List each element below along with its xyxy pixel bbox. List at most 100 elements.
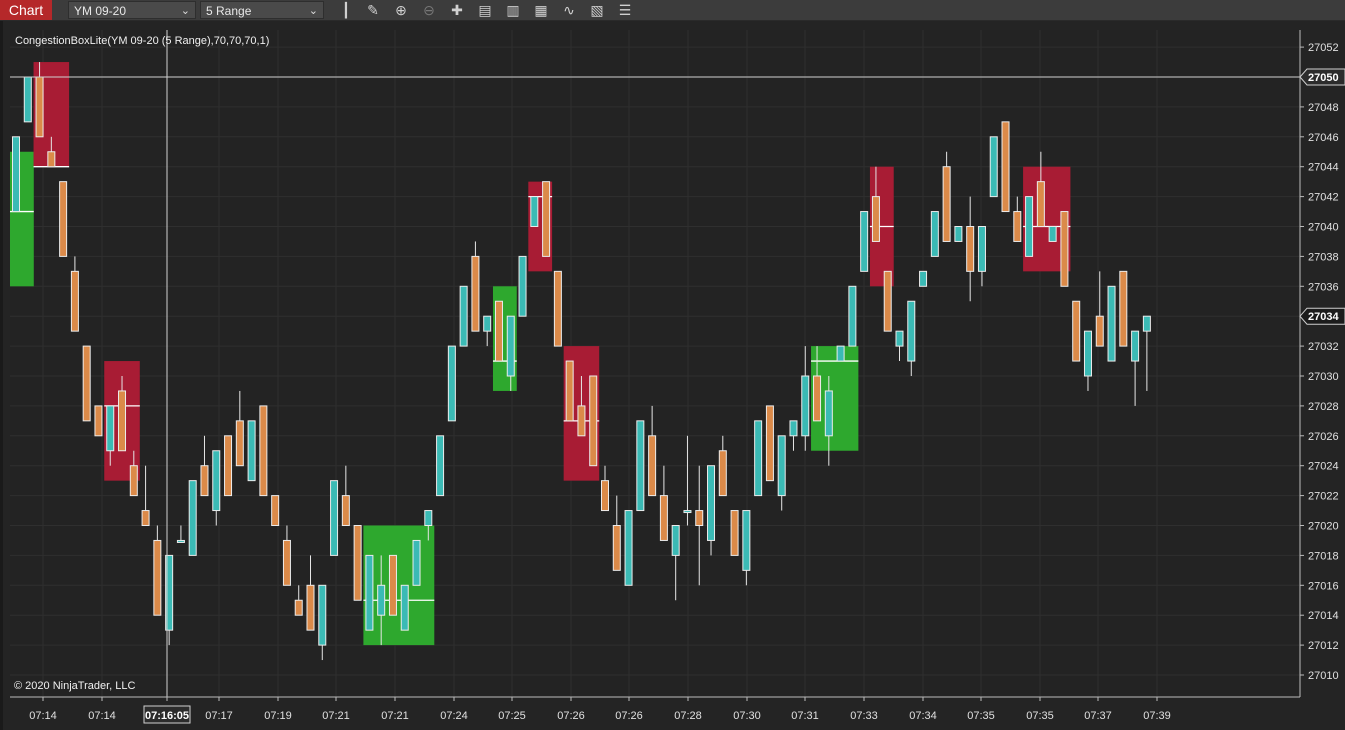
candle-up	[212, 450, 221, 512]
congestion-box-up	[363, 525, 435, 646]
candle-up	[824, 390, 833, 437]
last-price-label: 27034	[1308, 311, 1339, 323]
candle-down	[577, 405, 586, 437]
candle-down	[282, 539, 291, 586]
candle-up	[919, 270, 928, 287]
price-tick-label: 27048	[1308, 102, 1339, 114]
candle-down	[765, 405, 774, 482]
time-tick-label: 07:19	[264, 710, 292, 722]
price-tick-label: 27010	[1308, 670, 1339, 682]
price-axis-panel	[1300, 30, 1345, 697]
candle-up	[1048, 226, 1057, 242]
candle-down	[118, 390, 127, 452]
candle-down	[612, 525, 621, 571]
candle-up	[176, 539, 185, 543]
candle-up	[671, 525, 680, 556]
candle-up	[848, 285, 857, 347]
time-tick-label: 07:28	[674, 710, 702, 722]
candle-down	[129, 465, 138, 497]
candle-down	[224, 435, 233, 497]
candle-down	[259, 405, 268, 497]
candle-down	[153, 539, 162, 616]
candle-up	[483, 315, 492, 332]
candle-up	[836, 345, 845, 362]
candle-down	[271, 495, 280, 527]
candle-down	[494, 300, 503, 362]
crosshair-time-label: 07:16:05	[145, 710, 189, 722]
price-tick-label: 27036	[1308, 281, 1339, 293]
price-tick-label: 27046	[1308, 132, 1339, 144]
price-chart[interactable]: 27010 27012 27014 27016 27018 27020 27022 27024…	[0, 0, 1345, 730]
price-tick-label: 27012	[1308, 640, 1339, 652]
candle-down	[70, 270, 79, 332]
time-tick-label: 07:26	[557, 710, 585, 722]
candle-down	[648, 435, 657, 497]
candle-up	[754, 420, 763, 497]
candle-up	[789, 420, 798, 437]
price-tick-label: 27028	[1308, 401, 1339, 413]
price-tick-label: 27014	[1308, 610, 1339, 622]
price-tick-label: 27044	[1308, 162, 1339, 174]
candle-up	[23, 76, 32, 123]
candle-up	[895, 330, 904, 347]
candle-down	[565, 360, 574, 422]
time-tick-label: 07:21	[322, 710, 350, 722]
crosshair-price-label: 27050	[1308, 72, 1339, 84]
candle-down	[1095, 315, 1104, 347]
candle-down	[695, 510, 704, 526]
candle-up	[777, 435, 786, 497]
candle-up	[400, 584, 409, 631]
candle-down	[589, 375, 598, 467]
candle-up	[1083, 330, 1092, 377]
candle-down	[82, 345, 91, 422]
candle-up	[365, 554, 374, 631]
candle-up	[624, 510, 633, 586]
time-tick-label: 07:35	[967, 710, 995, 722]
candle-down	[718, 450, 727, 497]
candle-down	[1072, 300, 1081, 362]
price-tick-label: 27022	[1308, 491, 1339, 503]
candle-up	[1131, 330, 1140, 362]
candle-up	[518, 255, 527, 317]
candle-up	[436, 435, 445, 497]
time-tick-label: 07:24	[440, 710, 468, 722]
candle-up	[801, 375, 810, 437]
candle-up	[377, 584, 386, 616]
candle-down	[813, 375, 822, 422]
candle-down	[553, 270, 562, 347]
candle-up	[707, 465, 716, 541]
candle-up	[424, 510, 433, 526]
candle-down	[1013, 211, 1022, 242]
price-tick-label: 27040	[1308, 222, 1339, 234]
candle-down	[471, 255, 480, 332]
candle-up	[318, 584, 327, 646]
price-tick-label: 27042	[1308, 192, 1339, 204]
candle-up	[989, 136, 998, 198]
time-tick-label: 07:26	[615, 710, 643, 722]
indicator-label: CongestionBoxLite(YM 09-20 (5 Range),70,…	[15, 35, 269, 47]
price-tick-label: 27016	[1308, 580, 1339, 592]
candle-up	[106, 405, 115, 452]
candle-up	[954, 226, 963, 242]
plot-area	[10, 30, 1300, 697]
candle-down	[542, 181, 551, 257]
candle-up	[683, 510, 692, 514]
candle-down	[141, 510, 150, 526]
price-tick-label: 27052	[1308, 42, 1339, 54]
candle-down	[1119, 270, 1128, 347]
candle-down	[883, 270, 892, 332]
price-tick-label: 27026	[1308, 431, 1339, 443]
candle-down	[388, 554, 397, 616]
time-tick-label: 07:35	[1026, 710, 1054, 722]
time-tick-label: 07:33	[850, 710, 878, 722]
candle-down	[59, 181, 68, 257]
candle-up	[330, 480, 339, 556]
candle-down	[200, 465, 209, 497]
candle-down	[1001, 121, 1010, 213]
candle-up	[930, 211, 939, 257]
candle-down	[871, 196, 880, 242]
candle-down	[47, 151, 56, 168]
candle-down	[942, 166, 951, 242]
candle-up	[742, 510, 751, 571]
candle-up	[447, 345, 456, 422]
